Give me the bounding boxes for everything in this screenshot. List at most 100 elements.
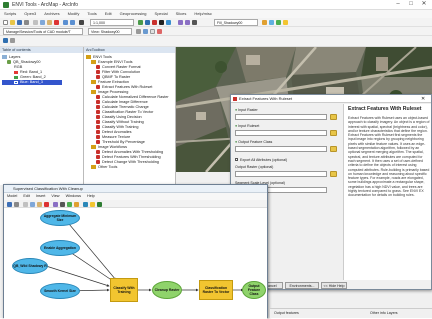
paste-icon[interactable] [47, 20, 52, 25]
model-menu-item[interactable]: View [48, 194, 62, 198]
hammer-icon [96, 140, 100, 144]
print-icon[interactable] [24, 20, 29, 25]
add-data-icon[interactable] [79, 20, 84, 25]
model-node-output-feature-class[interactable]: Output Feature Class [242, 281, 266, 299]
pan-model-icon[interactable] [60, 202, 65, 207]
layout-icon[interactable] [150, 29, 155, 34]
maximize-button[interactable]: □ [405, 1, 417, 8]
hide-help-button[interactable]: << Hide Help [321, 282, 347, 289]
connect-icon[interactable] [83, 202, 88, 207]
delete-model-icon[interactable] [44, 202, 49, 207]
menu-item[interactable]: Geoprocessing [116, 10, 151, 16]
browse-raster-output-button[interactable] [330, 171, 337, 177]
model-node-classify-with-training[interactable]: Classify With Training [110, 278, 138, 302]
editor-icon[interactable] [138, 20, 143, 25]
zoom-model-icon[interactable] [53, 202, 58, 207]
find-icon[interactable] [269, 20, 274, 25]
menu-item[interactable]: Modify [64, 10, 84, 16]
menu-item[interactable]: Help/misc [190, 10, 216, 16]
layer-combo[interactable]: Fill_Shadowy00 [214, 19, 258, 26]
model-node-input-raster[interactable]: QB_Wild Shadowy R [12, 258, 48, 274]
menu-item[interactable]: Scripts [0, 10, 20, 16]
identify-icon[interactable] [262, 20, 267, 25]
copy-icon[interactable] [40, 20, 45, 25]
table-icon[interactable] [145, 20, 150, 25]
hammer-icon [96, 95, 100, 99]
toolbox-icon[interactable] [152, 20, 157, 25]
toolbox-item-label: Example ENVI Tools [98, 60, 133, 64]
toolset-icon [91, 90, 96, 94]
toolbox-item-label: Calculate Thematic Change [102, 105, 149, 109]
undo-icon[interactable] [63, 20, 68, 25]
redo-icon[interactable] [70, 20, 75, 25]
export-attributes-option[interactable]: Export All Attributes (optional) [235, 158, 287, 162]
toolbox-item-label: Classification Raster To Vector [102, 110, 154, 114]
path-combo[interactable]: Manage/Session/Tools of CAD module/T [3, 28, 83, 35]
python-icon[interactable] [159, 20, 164, 25]
copy-model-icon[interactable] [30, 202, 35, 207]
output-feature-field[interactable] [235, 146, 327, 152]
add-data-model-icon[interactable] [67, 202, 72, 207]
sketch-icon[interactable] [10, 38, 15, 43]
minimize-button[interactable]: – [392, 1, 404, 8]
menu-item[interactable]: Archives [40, 10, 63, 16]
menu-item[interactable]: Slices [172, 10, 191, 16]
hyperlink-icon[interactable] [283, 20, 288, 25]
menu-item[interactable]: Edit [101, 10, 116, 16]
clear-selection-icon[interactable] [157, 29, 162, 34]
menu-item[interactable]: Open3 [20, 10, 40, 16]
menu-bar: Scripts Open3 Archives Modify Tools Edit Geopr… [0, 10, 432, 18]
hammer-icon [96, 100, 100, 104]
model-builder-icon[interactable] [166, 20, 171, 25]
model-menu-item[interactable]: Help [84, 194, 98, 198]
model-menu-item[interactable]: Insert [33, 194, 49, 198]
model-menu-item[interactable]: Windows [63, 194, 84, 198]
validate-icon[interactable] [90, 202, 95, 207]
menu-item[interactable]: Special [151, 10, 172, 16]
model-menu-item[interactable]: Edit [20, 194, 33, 198]
save-model-icon[interactable] [7, 202, 12, 207]
print-model-icon[interactable] [14, 202, 19, 207]
arrow-icon[interactable] [143, 29, 148, 34]
browse-ruleset-button[interactable] [330, 130, 337, 136]
cut-icon[interactable] [33, 20, 38, 25]
zoom-out-icon[interactable] [185, 20, 190, 25]
pan-icon[interactable] [192, 20, 197, 25]
add-tool-model-icon[interactable] [74, 202, 79, 207]
toc-tree: Layers QB_Shadowy00 RGB Red: Band_1 Gree… [2, 55, 62, 85]
paste-model-icon[interactable] [37, 202, 42, 207]
scale-combo[interactable]: 1:1,000 [90, 19, 134, 26]
browse-raster-button[interactable] [330, 114, 337, 120]
cut-model-icon[interactable] [23, 202, 28, 207]
new-icon[interactable] [3, 20, 8, 25]
model-node-aggregate-minimum-size[interactable]: Aggregate Minimum Size [40, 210, 80, 226]
output-raster-field[interactable] [235, 171, 327, 177]
run-model-icon[interactable] [97, 202, 102, 207]
select-icon[interactable] [136, 29, 141, 34]
toc-item-blue[interactable]: Blue: Band_3 [2, 80, 62, 85]
export-checkbox[interactable] [235, 158, 238, 161]
input-raster-field[interactable] [235, 114, 327, 120]
zoom-in-icon[interactable] [178, 20, 183, 25]
model-menu-item[interactable]: Model [4, 194, 20, 198]
dialog-close-icon[interactable]: ✕ [421, 96, 425, 102]
model-node-smooth-kernel-size[interactable]: Smooth Kernel Size [40, 283, 80, 299]
editor-menu-icon[interactable] [3, 38, 8, 43]
delete-icon[interactable] [54, 20, 59, 25]
save-icon[interactable] [17, 20, 22, 25]
input-ruleset-field[interactable] [235, 130, 327, 136]
model-node-cleanup-raster[interactable]: Cleanup Raster [152, 281, 182, 299]
help-body: Extract Features with Ruleset uses an ob… [348, 116, 430, 198]
help-pane: Extract Features With Ruleset Extract Fe… [343, 104, 431, 280]
close-button[interactable]: ✕ [418, 1, 430, 8]
view-combo[interactable]: View: Shadowy00 [88, 28, 132, 35]
toolset-item[interactable]: Other Tools [86, 165, 169, 170]
browse-output-button[interactable] [330, 146, 337, 152]
model-node-enable-aggregation[interactable]: Enable Aggregation [40, 240, 80, 256]
model-canvas[interactable]: Aggregate Minimum Size Enable Aggregatio… [4, 208, 267, 319]
measure-icon[interactable] [276, 20, 281, 25]
environments-button[interactable]: Environments... [285, 282, 319, 289]
menu-item[interactable]: Tools [83, 10, 100, 16]
open-icon[interactable] [10, 20, 15, 25]
model-node-classification-raster-to-vector[interactable]: Classification Raster To Vector [199, 280, 233, 300]
